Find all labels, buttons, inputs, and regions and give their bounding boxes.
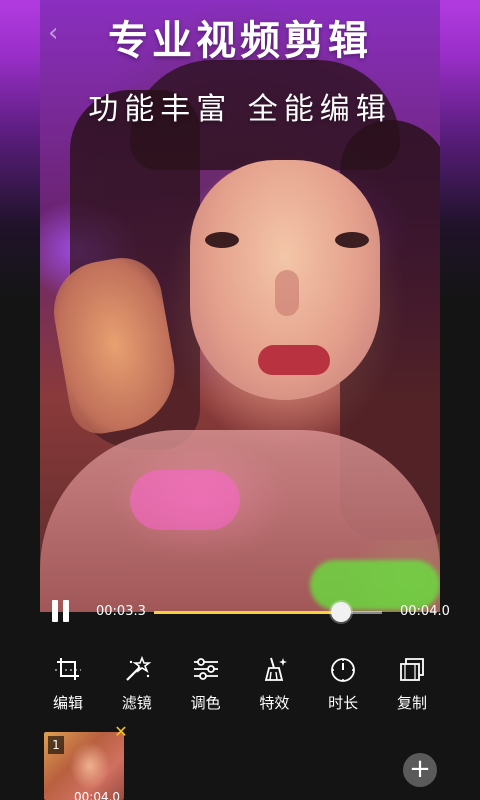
copy-film-icon — [400, 658, 424, 681]
preview-nose — [275, 270, 299, 316]
sparkle-broom-icon — [265, 657, 288, 681]
pause-button[interactable] — [50, 600, 70, 622]
current-time: 00:03.3 — [96, 604, 146, 619]
tool-row: 编辑 滤镜 调色 特效 时长 复制 — [34, 654, 446, 718]
tool-label: 时长 — [328, 694, 359, 712]
preview-lips — [258, 345, 330, 375]
tool-filter[interactable]: 滤镜 — [103, 654, 171, 718]
clip-duration: 00:04.0 — [74, 790, 121, 800]
preview-eye-right — [335, 232, 369, 248]
playback-bar: 00:03.3 00:04.0 — [40, 596, 450, 630]
tool-label: 特效 — [259, 694, 290, 712]
clip-index-badge: 1 — [48, 736, 64, 754]
seek-track[interactable] — [154, 602, 382, 622]
timer-icon — [331, 658, 356, 682]
clip-delete-icon[interactable]: ✕ — [112, 723, 130, 741]
seek-thumb[interactable] — [330, 602, 351, 622]
preview-light-pink — [130, 470, 240, 530]
tool-label: 调色 — [190, 694, 221, 712]
seek-progress — [154, 611, 341, 614]
crop-edit-icon — [55, 658, 81, 680]
tool-effects[interactable]: 特效 — [240, 654, 308, 718]
tool-duration[interactable]: 时长 — [309, 654, 377, 718]
tool-label: 编辑 — [52, 694, 83, 712]
add-clip-button[interactable]: + — [403, 753, 437, 787]
sliders-icon — [193, 658, 218, 680]
promo-headline: 专业视频剪辑 — [108, 18, 372, 64]
tool-edit[interactable]: 编辑 — [34, 654, 102, 718]
total-time: 00:04.0 — [400, 604, 450, 619]
magic-wand-icon — [126, 655, 152, 681]
video-editor-screen: ‹ 专业视频剪辑 功能丰富 全能编辑 00:03.3 00:04.0 编辑 滤镜… — [0, 0, 480, 800]
preview-eye-left — [205, 232, 239, 248]
tool-label: 滤镜 — [121, 694, 152, 712]
tool-label: 复制 — [396, 694, 427, 712]
promo-subheadline: 功能丰富 全能编辑 — [88, 92, 392, 127]
pause-icon-bar-left — [52, 600, 58, 622]
tool-copy[interactable]: 复制 — [378, 654, 446, 718]
pause-icon-bar-right — [63, 600, 69, 622]
tool-color-adjust[interactable]: 调色 — [172, 654, 240, 718]
